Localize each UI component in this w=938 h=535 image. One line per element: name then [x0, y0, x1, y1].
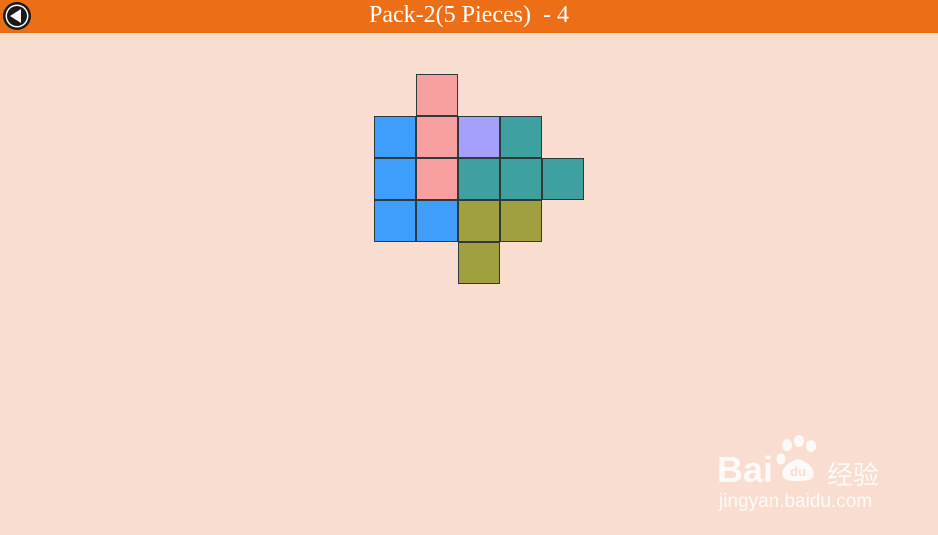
watermark: Bai du 经验 jingyan.baidu.com	[715, 435, 915, 515]
baidu-paw-icon: du	[776, 435, 816, 482]
teal-piece-cell[interactable]	[542, 158, 584, 200]
blue-piece-cell[interactable]	[374, 116, 416, 158]
violet-piece-cell[interactable]	[458, 116, 500, 158]
paw-text: du	[790, 464, 806, 479]
olive-piece-cell[interactable]	[500, 200, 542, 242]
watermark-cn: 经验	[827, 461, 880, 491]
watermark-brand: Bai	[717, 449, 774, 490]
teal-piece-cell[interactable]	[500, 158, 542, 200]
blue-piece-cell[interactable]	[374, 158, 416, 200]
blue-piece-cell[interactable]	[374, 200, 416, 242]
blue-piece-cell[interactable]	[416, 200, 458, 242]
teal-piece-cell[interactable]	[458, 158, 500, 200]
pink-piece-cell[interactable]	[416, 74, 458, 116]
watermark-url: jingyan.baidu.com	[719, 491, 873, 512]
olive-piece-cell[interactable]	[458, 242, 500, 284]
olive-piece-cell[interactable]	[458, 200, 500, 242]
pink-piece-cell[interactable]	[416, 116, 458, 158]
pink-piece-cell[interactable]	[416, 158, 458, 200]
teal-piece-cell[interactable]	[500, 116, 542, 158]
